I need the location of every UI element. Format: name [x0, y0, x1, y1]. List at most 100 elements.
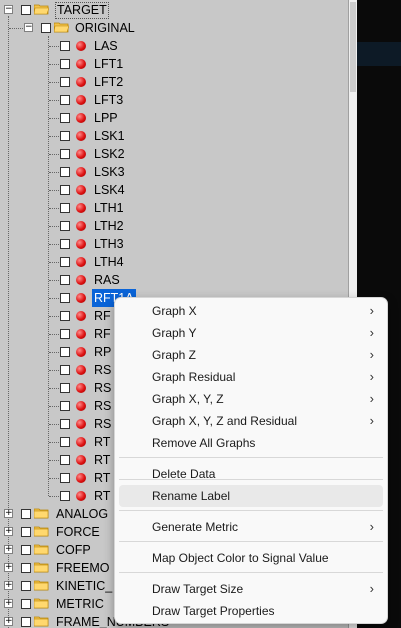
- root-checkbox[interactable]: [21, 5, 31, 15]
- collapse-icon[interactable]: −: [4, 5, 13, 14]
- group-checkbox[interactable]: [21, 527, 31, 537]
- scrollbar-thumb[interactable]: [350, 2, 356, 92]
- marker-row[interactable]: LPP: [0, 109, 348, 127]
- menu-item[interactable]: Map Object Color to Signal Value: [119, 547, 383, 569]
- menu-item[interactable]: Rename Label: [119, 485, 383, 507]
- expand-icon[interactable]: +: [4, 599, 13, 608]
- marker-checkbox[interactable]: [60, 149, 70, 159]
- marker-label[interactable]: LPP: [94, 109, 118, 127]
- marker-row[interactable]: LSK3: [0, 163, 348, 181]
- root-label[interactable]: TARGET: [55, 2, 109, 19]
- marker-row[interactable]: LSK2: [0, 145, 348, 163]
- expand-icon[interactable]: +: [4, 581, 13, 590]
- marker-checkbox[interactable]: [60, 113, 70, 123]
- marker-checkbox[interactable]: [60, 455, 70, 465]
- marker-checkbox[interactable]: [60, 293, 70, 303]
- marker-row[interactable]: LSK1: [0, 127, 348, 145]
- marker-checkbox[interactable]: [60, 275, 70, 285]
- marker-label[interactable]: LTH1: [94, 199, 124, 217]
- menu-item[interactable]: Delete Data: [119, 463, 383, 485]
- marker-label[interactable]: RS: [94, 361, 111, 379]
- marker-checkbox[interactable]: [60, 473, 70, 483]
- marker-row[interactable]: LTH3: [0, 235, 348, 253]
- marker-label[interactable]: LAS: [94, 37, 118, 55]
- marker-label[interactable]: RF: [94, 307, 111, 325]
- marker-checkbox[interactable]: [60, 167, 70, 177]
- marker-label[interactable]: RP: [94, 343, 111, 361]
- marker-checkbox[interactable]: [60, 257, 70, 267]
- menu-item[interactable]: Generate Metric ›: [119, 516, 383, 538]
- group-checkbox[interactable]: [21, 617, 31, 627]
- group-label[interactable]: KINETIC_: [56, 577, 112, 595]
- group-label[interactable]: FREEMO: [56, 559, 109, 577]
- marker-checkbox[interactable]: [60, 203, 70, 213]
- group-checkbox[interactable]: [21, 563, 31, 573]
- marker-label[interactable]: RAS: [94, 271, 120, 289]
- marker-row[interactable]: LFT3: [0, 91, 348, 109]
- menu-item[interactable]: Graph X ›: [119, 300, 383, 322]
- marker-row[interactable]: LTH4: [0, 253, 348, 271]
- expand-icon[interactable]: +: [4, 545, 13, 554]
- marker-label[interactable]: RT: [94, 433, 110, 451]
- menu-item[interactable]: Graph X, Y, Z ›: [119, 388, 383, 410]
- marker-row[interactable]: LTH2: [0, 217, 348, 235]
- marker-label[interactable]: RT: [94, 451, 110, 469]
- menu-item[interactable]: Graph Residual ›: [119, 366, 383, 388]
- marker-checkbox[interactable]: [60, 41, 70, 51]
- marker-label[interactable]: RS: [94, 397, 111, 415]
- marker-label[interactable]: LSK4: [94, 181, 125, 199]
- marker-checkbox[interactable]: [60, 221, 70, 231]
- marker-checkbox[interactable]: [60, 491, 70, 501]
- menu-item[interactable]: Draw Target Size ›: [119, 578, 383, 600]
- marker-row[interactable]: LFT2: [0, 73, 348, 91]
- marker-label[interactable]: RT: [94, 469, 110, 487]
- marker-checkbox[interactable]: [60, 59, 70, 69]
- marker-checkbox[interactable]: [60, 311, 70, 321]
- menu-item[interactable]: Remove All Graphs: [119, 432, 383, 454]
- marker-row[interactable]: LTH1: [0, 199, 348, 217]
- expand-icon[interactable]: +: [4, 563, 13, 572]
- original-checkbox[interactable]: [41, 23, 51, 33]
- marker-label[interactable]: LSK2: [94, 145, 125, 163]
- marker-row[interactable]: LFT1: [0, 55, 348, 73]
- marker-checkbox[interactable]: [60, 383, 70, 393]
- marker-label[interactable]: RT: [94, 487, 110, 505]
- marker-row[interactable]: LSK4: [0, 181, 348, 199]
- tree-root-row[interactable]: − TARGET: [0, 1, 348, 19]
- tree-original-row[interactable]: − ORIGINAL: [0, 19, 348, 37]
- group-label[interactable]: METRIC: [56, 595, 104, 613]
- marker-label[interactable]: LFT3: [94, 91, 123, 109]
- group-checkbox[interactable]: [21, 509, 31, 519]
- marker-checkbox[interactable]: [60, 419, 70, 429]
- marker-label[interactable]: RS: [94, 379, 111, 397]
- marker-checkbox[interactable]: [60, 437, 70, 447]
- marker-checkbox[interactable]: [60, 347, 70, 357]
- marker-label[interactable]: LTH2: [94, 217, 124, 235]
- marker-checkbox[interactable]: [60, 95, 70, 105]
- marker-label[interactable]: RF: [94, 325, 111, 343]
- group-checkbox[interactable]: [21, 545, 31, 555]
- marker-label[interactable]: LFT2: [94, 73, 123, 91]
- menu-item[interactable]: Graph X, Y, Z and Residual ›: [119, 410, 383, 432]
- marker-checkbox[interactable]: [60, 329, 70, 339]
- menu-item[interactable]: Graph Y ›: [119, 322, 383, 344]
- marker-checkbox[interactable]: [60, 185, 70, 195]
- marker-row[interactable]: RAS: [0, 271, 348, 289]
- collapse-icon[interactable]: −: [24, 23, 33, 32]
- marker-checkbox[interactable]: [60, 77, 70, 87]
- group-label[interactable]: FORCE: [56, 523, 100, 541]
- expand-icon[interactable]: +: [4, 617, 13, 626]
- marker-checkbox[interactable]: [60, 239, 70, 249]
- marker-row[interactable]: LAS: [0, 37, 348, 55]
- marker-label[interactable]: LSK1: [94, 127, 125, 145]
- group-label[interactable]: ANALOG: [56, 505, 108, 523]
- expand-icon[interactable]: +: [4, 509, 13, 518]
- marker-label[interactable]: LSK3: [94, 163, 125, 181]
- group-checkbox[interactable]: [21, 599, 31, 609]
- marker-checkbox[interactable]: [60, 401, 70, 411]
- group-checkbox[interactable]: [21, 581, 31, 591]
- context-menu[interactable]: Graph X › Graph Y › Graph Z › Graph Residual › G…: [114, 297, 388, 624]
- expand-icon[interactable]: +: [4, 527, 13, 536]
- marker-label[interactable]: LTH3: [94, 235, 124, 253]
- original-label[interactable]: ORIGINAL: [75, 19, 135, 37]
